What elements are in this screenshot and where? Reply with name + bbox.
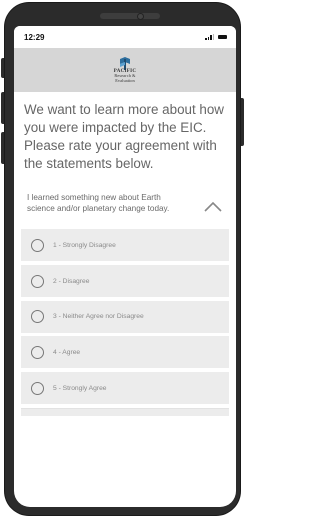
question-text: I learned something new about Earth scie… [27, 193, 170, 214]
phone-frame: 12:29 PACIFIC Research & Evaluation We w… [5, 3, 240, 515]
front-camera [137, 13, 144, 20]
question-header[interactable]: I learned something new about Earth scie… [22, 192, 230, 222]
option-neutral[interactable]: 3 - Neither Agree nor Disagree [21, 300, 229, 333]
next-question-peek [21, 407, 229, 416]
status-bar: 12:29 [14, 26, 236, 48]
status-icons [205, 34, 227, 40]
logo-wordmark: PACIFIC Research & Evaluation [113, 68, 137, 83]
radio-button[interactable] [31, 238, 44, 252]
option-label: 4 - Agree [53, 348, 81, 356]
signal-icon [205, 34, 214, 40]
pacific-logo-icon [120, 56, 130, 70]
option-disagree[interactable]: 2 - Disagree [21, 265, 229, 298]
battery-icon [218, 35, 227, 39]
option-label: 1 - Strongly Disagree [53, 241, 116, 249]
radio-button[interactable] [31, 274, 44, 288]
chevron-up-icon[interactable] [204, 202, 222, 212]
survey-header: PACIFIC Research & Evaluation [14, 48, 236, 92]
radio-button[interactable] [31, 381, 44, 395]
radio-button[interactable] [31, 345, 44, 359]
option-agree[interactable]: 4 - Agree [21, 336, 229, 369]
radio-button[interactable] [31, 310, 44, 324]
speaker-grille [100, 13, 160, 19]
option-label: 5 - Strongly Agree [53, 384, 107, 392]
option-strongly-disagree[interactable]: 1 - Strongly Disagree [21, 229, 229, 262]
status-time: 12:29 [24, 32, 45, 42]
answer-options: 1 - Strongly Disagree 2 - Disagree 3 - N… [21, 229, 229, 405]
option-label: 3 - Neither Agree nor Disagree [53, 313, 144, 321]
phone-screen: 12:29 PACIFIC Research & Evaluation We w… [14, 26, 236, 507]
intro-text: We want to learn more about how you were… [24, 102, 224, 171]
option-strongly-agree[interactable]: 5 - Strongly Agree [21, 372, 229, 405]
option-label: 2 - Disagree [53, 277, 90, 285]
